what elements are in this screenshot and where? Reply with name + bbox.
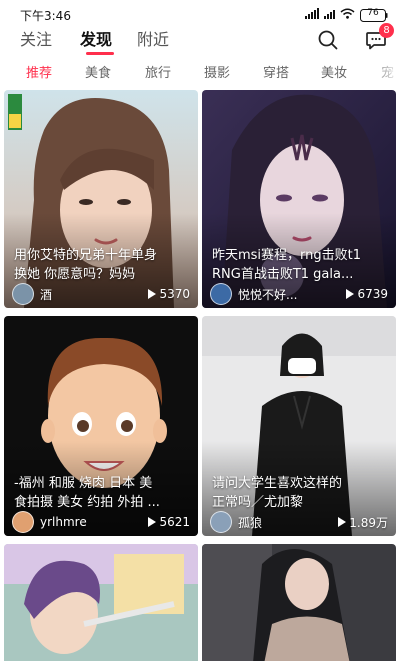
card-image <box>202 544 396 661</box>
card-meta: yrlhmre 5621 <box>12 510 190 534</box>
author-name[interactable]: 酒 <box>40 286 148 303</box>
category-travel[interactable]: 旅行 <box>145 62 171 86</box>
search-icon[interactable] <box>316 28 340 52</box>
top-nav: 关注 发现 附近 8 <box>0 23 400 55</box>
category-photo[interactable]: 摄影 <box>204 62 230 86</box>
feed-card[interactable] <box>202 544 396 661</box>
avatar[interactable] <box>210 511 232 533</box>
status-bar: 下午3:46 76 <box>0 0 400 28</box>
card-meta: 酒 5370 <box>12 282 190 306</box>
play-count-value: 1.89万 <box>349 515 388 530</box>
category-recommend[interactable]: 推荐 <box>26 62 52 86</box>
battery-level: 76 <box>367 8 379 18</box>
card-title: 请问大学生喜欢这样的 正常吗／尤加黎 <box>212 474 388 512</box>
card-title-line: 昨天msi赛程，rng击败t1 <box>212 248 362 263</box>
category-bar: 推荐 美食 旅行 摄影 穿搭 美妆 宠 <box>0 62 400 86</box>
play-count-value: 6739 <box>357 287 388 301</box>
tab-discover[interactable]: 发现 <box>80 28 112 52</box>
card-title-line: -福州 和服 烧肉 日本 美 <box>14 476 153 491</box>
category-makeup[interactable]: 美妆 <box>321 62 347 86</box>
play-icon <box>148 517 157 527</box>
card-title: 用你艾特的兄弟十年单身 换她 你愿意吗？妈妈 <box>14 246 190 284</box>
feed-card[interactable]: 请问大学生喜欢这样的 正常吗／尤加黎 孤狼 1.89万 <box>202 316 396 536</box>
author-name[interactable]: yrlhmre <box>40 515 148 529</box>
author-name[interactable]: 悦悦不好... <box>238 286 346 303</box>
category-fade <box>370 62 400 86</box>
status-icons: 76 <box>305 7 388 22</box>
card-title: -福州 和服 烧肉 日本 美 食拍摄 美女 约拍 外拍 ... <box>14 474 190 512</box>
play-icon <box>338 517 347 527</box>
play-count: 5370 <box>148 287 190 301</box>
active-tab-indicator <box>86 52 114 55</box>
battery-icon: 76 <box>360 7 388 22</box>
card-title: 昨天msi赛程，rng击败t1 RNG首战击败T1 gala... <box>212 246 388 284</box>
avatar[interactable] <box>12 283 34 305</box>
play-count-value: 5621 <box>159 515 190 529</box>
feed-card[interactable]: -福州 和服 烧肉 日本 美 食拍摄 美女 约拍 外拍 ... yrlhmre … <box>4 316 198 536</box>
card-title-line: 用你艾特的兄弟十年单身 <box>14 248 158 263</box>
avatar[interactable] <box>210 283 232 305</box>
feed-card[interactable]: 用你艾特的兄弟十年单身 换她 你愿意吗？妈妈 酒 5370 <box>4 90 198 308</box>
tab-follow[interactable]: 关注 <box>20 28 52 52</box>
author-name[interactable]: 孤狼 <box>238 514 338 531</box>
category-outfit[interactable]: 穿搭 <box>263 62 289 86</box>
play-count: 5621 <box>148 515 190 529</box>
category-food[interactable]: 美食 <box>85 62 111 86</box>
feed-card[interactable] <box>4 544 198 661</box>
avatar[interactable] <box>12 511 34 533</box>
play-count: 1.89万 <box>338 514 388 531</box>
feed: 用你艾特的兄弟十年单身 换她 你愿意吗？妈妈 酒 5370 昨天msi赛程，rn… <box>0 90 400 661</box>
status-time: 下午3:46 <box>20 9 71 23</box>
wifi-icon <box>340 8 355 19</box>
play-icon <box>346 289 355 299</box>
feed-card[interactable]: 昨天msi赛程，rng击败t1 RNG首战击败T1 gala... 悦悦不好..… <box>202 90 396 308</box>
signal-icon <box>305 8 319 19</box>
card-meta: 悦悦不好... 6739 <box>210 282 388 306</box>
message-icon[interactable]: 8 <box>364 23 394 52</box>
card-meta: 孤狼 1.89万 <box>210 510 388 534</box>
play-count: 6739 <box>346 287 388 301</box>
signal-icon-2 <box>324 8 335 19</box>
play-icon <box>148 289 157 299</box>
play-count-value: 5370 <box>159 287 190 301</box>
tab-nearby[interactable]: 附近 <box>137 28 169 52</box>
message-badge: 8 <box>379 23 394 38</box>
card-image <box>4 544 198 661</box>
card-title-line: 请问大学生喜欢这样的 <box>212 476 343 491</box>
